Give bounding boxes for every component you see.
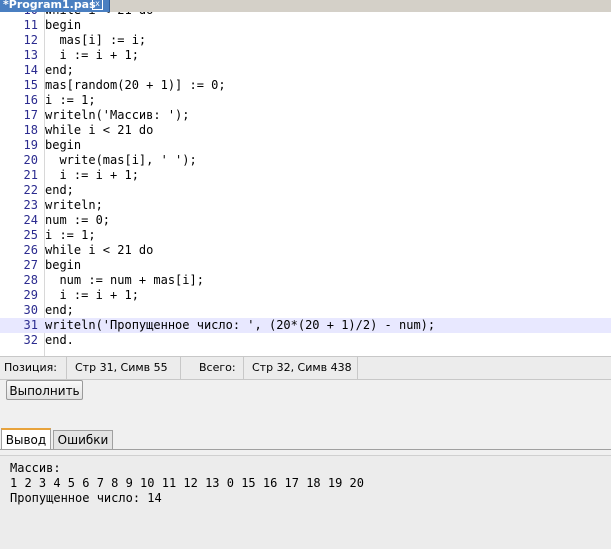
code-line[interactable]: 19 begin (0, 138, 611, 153)
editor-tab-bar: *Program1.pas x (0, 0, 611, 12)
line-number: 23 (23, 198, 38, 212)
code-line[interactable]: 22 end; (0, 183, 611, 198)
line-number: 30 (23, 303, 38, 317)
status-divider (243, 357, 244, 379)
code-line[interactable]: 13 i := i + 1; (0, 48, 611, 63)
output-tabs: Вывод Ошибки (0, 428, 611, 450)
line-number: 29 (23, 288, 38, 302)
run-button[interactable]: Выполнить (6, 380, 83, 400)
line-number: 31 (23, 318, 38, 332)
code-text: i := i + 1; (45, 288, 139, 302)
total-label: Всего: (199, 361, 236, 374)
line-number: 21 (23, 168, 38, 182)
code-text: i := i + 1; (45, 168, 139, 182)
position-value: Стр 31, Симв 55 (75, 361, 168, 374)
code-line[interactable]: 31 writeln('Пропущенное число: ', (20*(20… (0, 318, 611, 333)
code-text: end; (45, 183, 74, 197)
code-line[interactable]: 16 i := 1; (0, 93, 611, 108)
code-line[interactable]: 23 writeln; (0, 198, 611, 213)
status-bar: Позиция: Стр 31, Симв 55 Всего: Стр 32, … (0, 356, 611, 380)
code-text: i := 1; (45, 93, 96, 107)
line-number: 17 (23, 108, 38, 122)
code-text: while i < 21 do (45, 123, 154, 137)
status-divider (357, 357, 358, 379)
line-number: 25 (23, 228, 38, 242)
code-text: i := 1; (45, 228, 96, 242)
output-line: Массив: (10, 461, 61, 475)
line-number: 27 (23, 258, 38, 272)
code-line[interactable]: 21 i := i + 1; (0, 168, 611, 183)
code-text: writeln; (45, 198, 103, 212)
line-number: 12 (23, 33, 38, 47)
close-icon[interactable]: x (92, 0, 103, 10)
line-number: 26 (23, 243, 38, 257)
tab-output[interactable]: Вывод (1, 428, 51, 450)
code-line[interactable]: 24 num := 0; (0, 213, 611, 228)
line-number: 18 (23, 123, 38, 137)
code-text: writeln('Пропущенное число: ', (20*(20 +… (45, 318, 436, 332)
line-number: 20 (23, 153, 38, 167)
code-text: num := num + mas[i]; (45, 273, 204, 287)
code-line[interactable]: 15 mas[random(20 + 1)] := 0; (0, 78, 611, 93)
code-line[interactable]: 12 mas[i] := i; (0, 33, 611, 48)
status-divider (66, 357, 67, 379)
code-text: mas[random(20 + 1)] := 0; (45, 78, 226, 92)
code-text: end. (45, 333, 74, 347)
code-text: begin (45, 258, 82, 272)
code-line[interactable]: 30 end; (0, 303, 611, 318)
line-number: 15 (23, 78, 38, 92)
line-number: 14 (23, 63, 38, 77)
code-text: begin (45, 18, 82, 32)
code-line[interactable]: 27 begin (0, 258, 611, 273)
line-number: 13 (23, 48, 38, 62)
code-line[interactable]: 20 write(mas[i], ' '); (0, 153, 611, 168)
code-line[interactable]: 11 begin (0, 18, 611, 33)
line-number: 11 (23, 18, 38, 32)
position-label: Позиция: (4, 361, 57, 374)
code-line[interactable]: 18 while i < 21 do (0, 123, 611, 138)
line-number: 22 (23, 183, 38, 197)
line-number: 24 (23, 213, 38, 227)
code-line[interactable]: 32 end. (0, 333, 611, 348)
code-text: begin (45, 138, 82, 152)
code-line[interactable]: 29 i := i + 1; (0, 288, 611, 303)
code-text: num := 0; (45, 213, 111, 227)
total-value: Стр 32, Симв 438 (252, 361, 352, 374)
tab-divider (0, 449, 611, 450)
file-tab-title: *Program1.pas (3, 0, 96, 11)
line-number: 28 (23, 273, 38, 287)
code-line[interactable]: 25 i := 1; (0, 228, 611, 243)
code-text: while i < 21 do (45, 243, 154, 257)
code-editor[interactable]: 10while i < 21 do11begin12 mas[i] := i;1… (0, 12, 611, 356)
tab-errors[interactable]: Ошибки (53, 430, 113, 449)
code-line[interactable]: 14 end; (0, 63, 611, 78)
output-line: 1 2 3 4 5 6 7 8 9 10 11 12 13 0 15 16 17… (10, 476, 365, 490)
file-tab-program1[interactable]: *Program1.pas x (0, 0, 110, 12)
code-line[interactable]: 28 num := num + mas[i]; (0, 273, 611, 288)
code-line[interactable]: 17 writeln('Массив: '); (0, 108, 611, 123)
status-divider (180, 357, 181, 379)
line-number: 32 (23, 333, 38, 347)
line-number: 19 (23, 138, 38, 152)
line-number: 16 (23, 93, 38, 107)
code-text: end; (45, 303, 74, 317)
code-text: write(mas[i], ' '); (45, 153, 197, 167)
output-panel[interactable]: Массив: 1 2 3 4 5 6 7 8 9 10 11 12 13 0 1… (0, 455, 611, 549)
code-line[interactable]: 26 while i < 21 do (0, 243, 611, 258)
code-text: end; (45, 63, 74, 77)
code-text: i := i + 1; (45, 48, 139, 62)
code-text: writeln('Массив: '); (45, 108, 190, 122)
code-text: mas[i] := i; (45, 33, 147, 47)
output-line: Пропущенное число: 14 (10, 491, 162, 505)
